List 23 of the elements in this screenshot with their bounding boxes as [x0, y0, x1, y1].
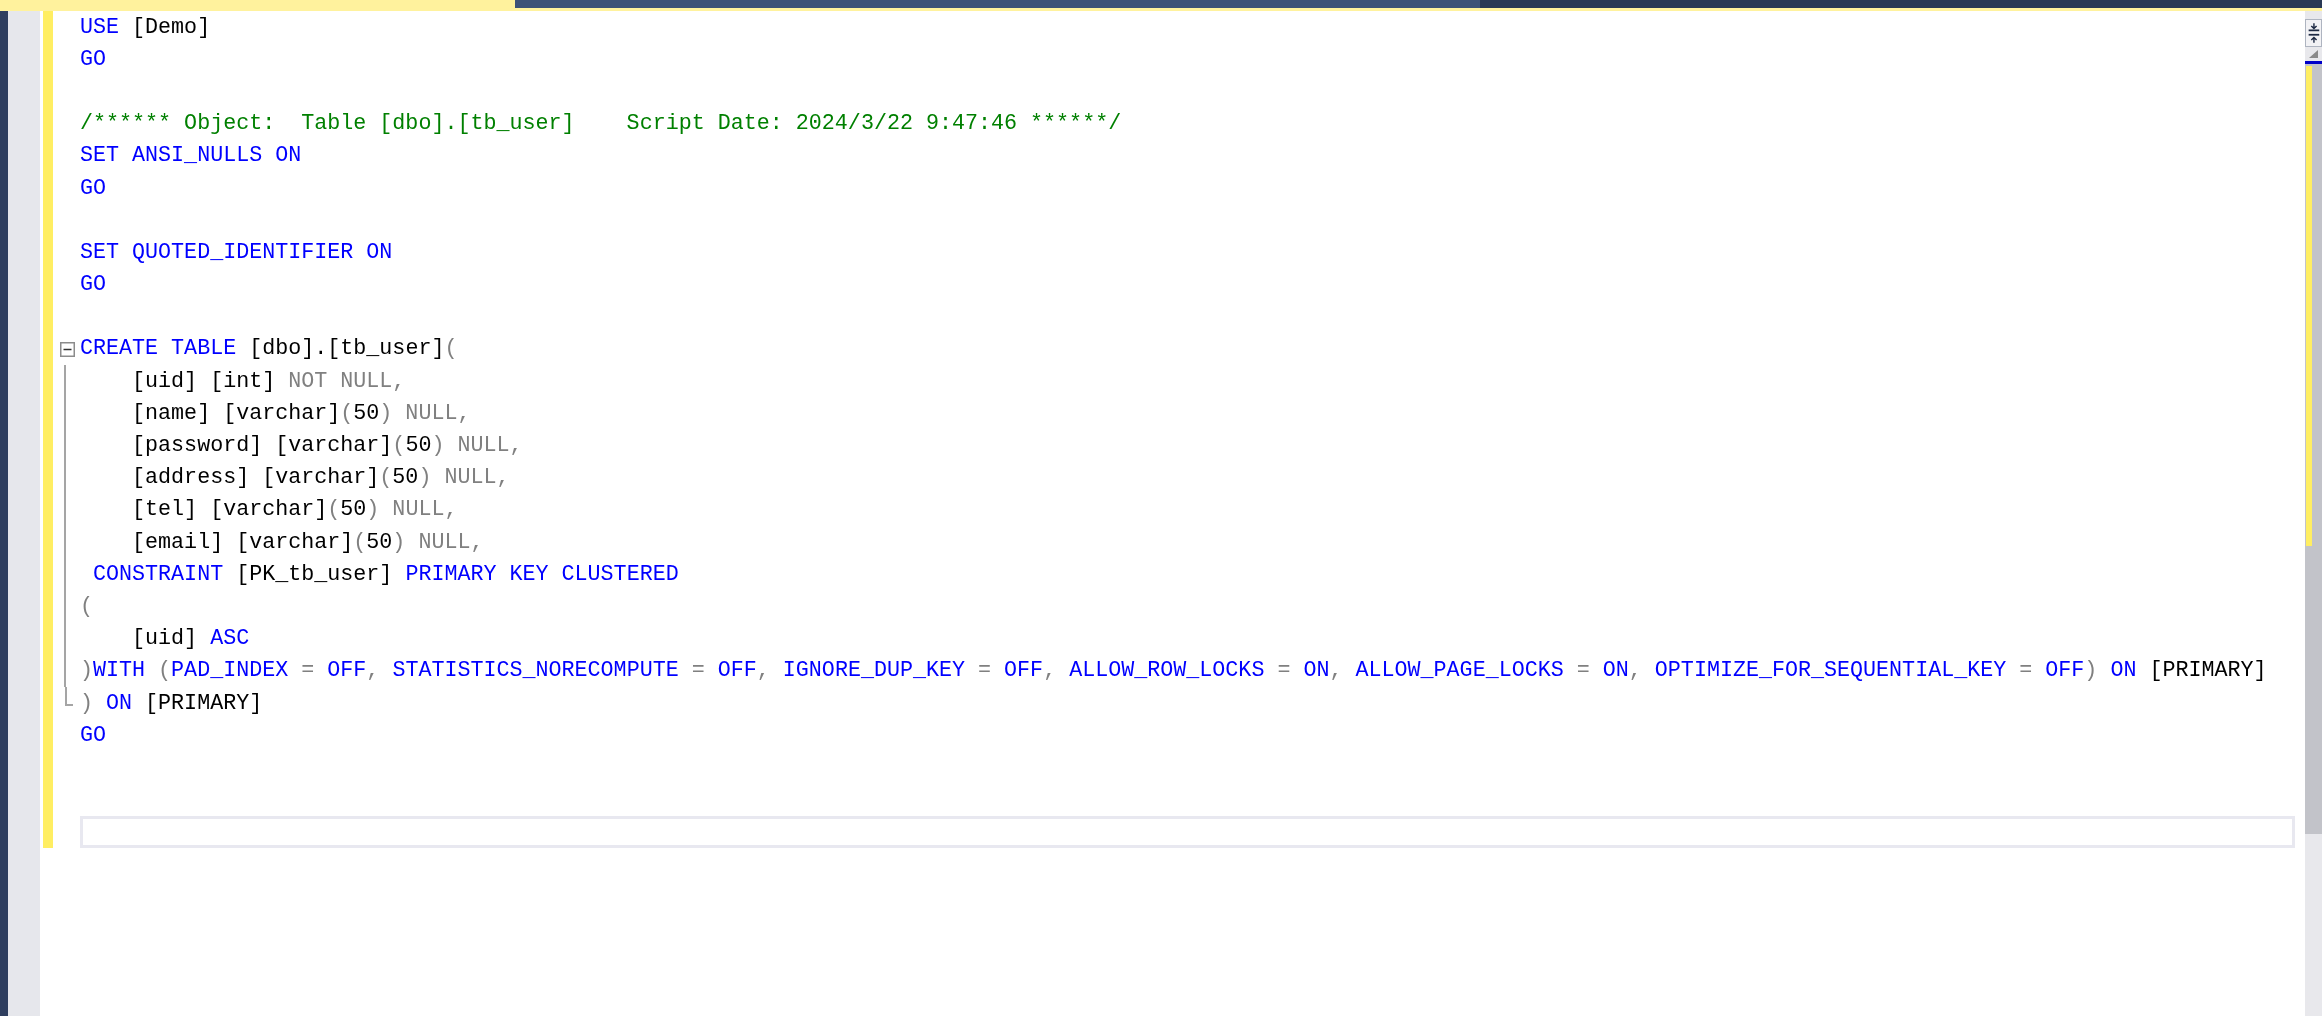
- code-line: [uid] ASC: [132, 626, 250, 652]
- code-line: CREATE TABLE [dbo].[tb_user](: [80, 336, 458, 362]
- code-line: SET ANSI_NULLS ON: [80, 143, 302, 169]
- code-line: [address] [varchar](50) NULL,: [132, 465, 510, 491]
- split-icon[interactable]: [2305, 19, 2322, 47]
- code-line: [password] [varchar](50) NULL,: [132, 433, 523, 459]
- code-line: (: [80, 593, 93, 619]
- code-line: USE [Demo]: [80, 14, 211, 40]
- code-line: [email] [varchar](50) NULL,: [132, 529, 484, 555]
- vertical-scrollbar[interactable]: [2305, 11, 2322, 1016]
- code-line: GO: [80, 46, 107, 72]
- code-line: ) ON [PRIMARY]: [80, 690, 263, 716]
- code-line: GO: [80, 272, 107, 298]
- code-line: GO: [80, 175, 107, 201]
- collapse-icon[interactable]: [59, 341, 75, 357]
- code-line: CONSTRAINT [PK_tb_user] PRIMARY KEY CLUSTERED: [93, 561, 679, 587]
- code-line: )WITH (PAD_INDEX = OFF, STATISTICS_NORECOMPUTE = OFF, IGNORE_DUP_KEY = OFF, ALLOW_ROW_LOCKS = ON, ALLOW_PAGE_LOCKS = ON, OPTIMIZE_FOR_SEQUENTIAL_KEY = OFF) ON [PRIMARY]: [80, 658, 2267, 684]
- code-line: [uid] [int] NOT NULL,: [132, 368, 406, 394]
- code-line: [name] [varchar](50) NULL,: [132, 400, 471, 426]
- code-line: GO: [80, 722, 107, 748]
- code-line: SET QUOTED_IDENTIFIER ON: [80, 239, 393, 265]
- code-comment: /****** Object: Table [dbo].[tb_user] Script Date: 2024/3/22 9:47:46 ******/: [80, 111, 1122, 137]
- code-line: [tel] [varchar](50) NULL,: [132, 497, 458, 523]
